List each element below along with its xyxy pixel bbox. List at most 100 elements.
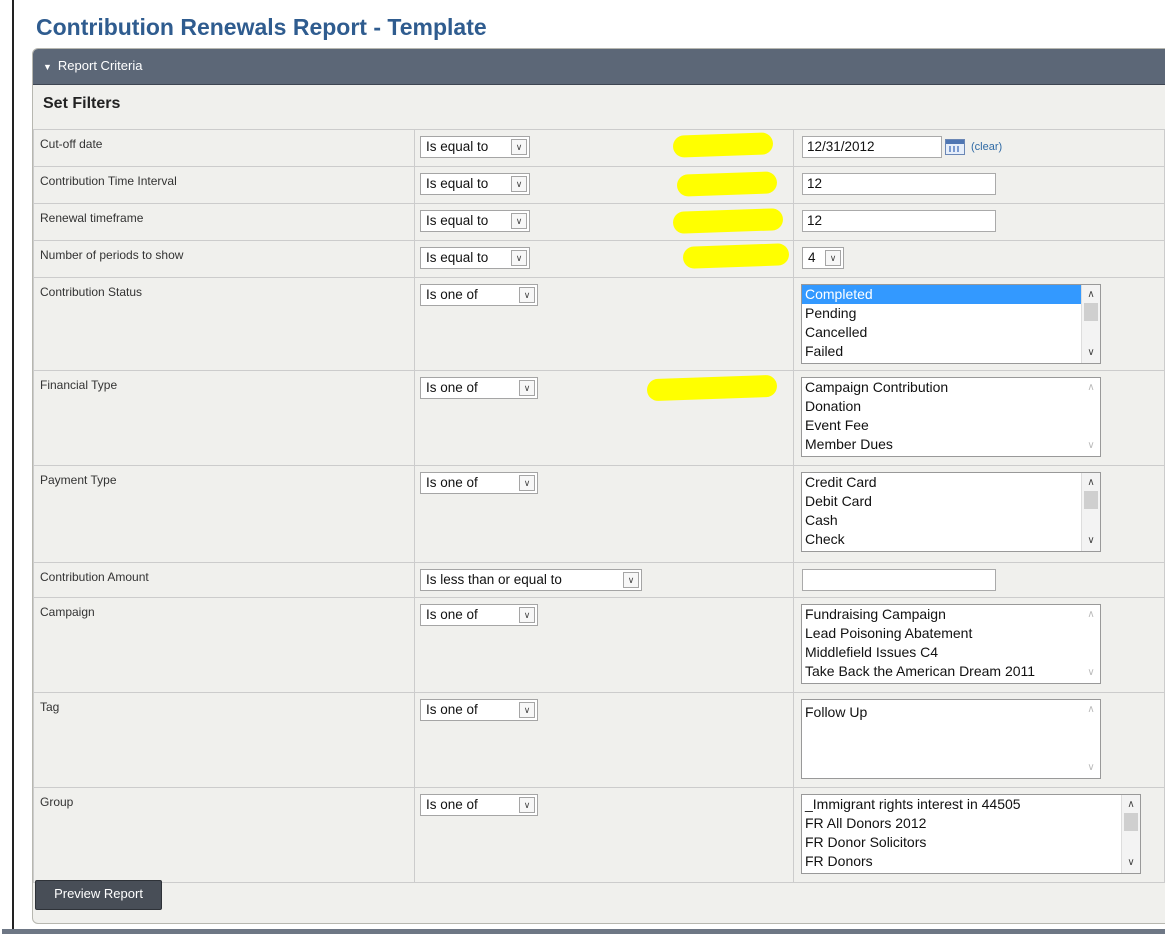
scroll-up-icon[interactable]: ∧ — [1082, 607, 1100, 623]
list-option[interactable]: FR Donors — [802, 852, 1140, 871]
report-criteria-header[interactable]: ▼ Report Criteria — [33, 49, 1165, 85]
filter-row-payment-type: Payment Type Is one of ∨ Credit Card Deb… — [33, 465, 1165, 563]
operator-select[interactable]: Is equal to ∨ — [420, 210, 530, 232]
financial-type-list[interactable]: Campaign Contribution Donation Event Fee… — [801, 377, 1101, 457]
operator-select[interactable]: Is one of ∨ — [420, 377, 538, 399]
list-option[interactable]: Cash — [802, 511, 1100, 530]
scroll-up-icon[interactable]: ∧ — [1082, 287, 1100, 303]
operator-select[interactable]: Is equal to ∨ — [420, 247, 530, 269]
filter-label: Contribution Amount — [33, 562, 415, 598]
scroll-down-icon[interactable]: ∨ — [1082, 345, 1100, 361]
preview-report-button[interactable]: Preview Report — [35, 880, 162, 910]
list-option[interactable]: Follow Up — [802, 703, 1100, 722]
operator-select[interactable]: Is one of ∨ — [420, 794, 538, 816]
list-option[interactable]: FR Donor Solicitors — [802, 833, 1140, 852]
operator-select[interactable]: Is equal to ∨ — [420, 173, 530, 195]
cutoff-date-input[interactable]: 12/31/2012 — [802, 136, 942, 158]
operator-value: Is one of — [426, 797, 478, 812]
highlight-mark — [646, 374, 778, 402]
time-interval-input[interactable]: 12 — [802, 173, 996, 195]
list-option[interactable]: Event Fee — [802, 416, 1100, 435]
scroll-thumb[interactable] — [1124, 813, 1138, 831]
list-option[interactable]: FR All Donors 2012 — [802, 814, 1140, 833]
chevron-down-icon[interactable]: ∨ — [519, 797, 535, 813]
filter-row-tag: Tag Is one of ∨ Follow Up ∧ ∨ — [33, 692, 1165, 788]
chevron-down-icon[interactable]: ∨ — [519, 380, 535, 396]
list-option[interactable]: Failed — [802, 342, 1100, 361]
list-option[interactable]: Completed — [802, 285, 1100, 304]
operator-select[interactable]: Is equal to ∨ — [420, 136, 530, 158]
list-option[interactable]: _Immigrant rights interest in 44505 — [802, 795, 1140, 814]
chevron-down-icon[interactable]: ∨ — [511, 213, 527, 229]
chevron-down-icon[interactable]: ∨ — [511, 176, 527, 192]
campaign-list[interactable]: Fundraising Campaign Lead Poisoning Abat… — [801, 604, 1101, 684]
list-option[interactable]: Lead Poisoning Abatement — [802, 624, 1100, 643]
group-list[interactable]: _Immigrant rights interest in 44505 FR A… — [801, 794, 1141, 874]
operator-value: Is one of — [426, 475, 478, 490]
calendar-icon[interactable] — [945, 139, 965, 155]
operator-value: Is equal to — [426, 176, 489, 191]
chevron-down-icon[interactable]: ∨ — [511, 139, 527, 155]
list-option[interactable]: Take Back the American Dream 2011 — [802, 662, 1100, 681]
scroll-down-icon[interactable]: ∨ — [1122, 855, 1140, 871]
scroll-down-icon[interactable]: ∨ — [1082, 533, 1100, 549]
filter-row-group: Group Is one of ∨ _Immigrant rights inte… — [33, 787, 1165, 883]
next-section-header[interactable] — [2, 929, 1165, 934]
scroll-up-icon[interactable]: ∧ — [1082, 702, 1100, 718]
scrollbar[interactable]: ∧ ∨ — [1082, 378, 1100, 456]
scroll-up-icon[interactable]: ∧ — [1082, 380, 1100, 396]
scroll-down-icon[interactable]: ∨ — [1082, 665, 1100, 681]
chevron-down-icon[interactable]: ∨ — [519, 475, 535, 491]
collapse-arrow-icon[interactable]: ▼ — [43, 51, 52, 84]
clear-date-link[interactable]: (clear) — [971, 141, 1002, 153]
scroll-thumb[interactable] — [1084, 491, 1098, 509]
tag-list[interactable]: Follow Up ∧ ∨ — [801, 699, 1101, 779]
list-option[interactable]: Check — [802, 530, 1100, 549]
list-option[interactable]: Debit Card — [802, 492, 1100, 511]
operator-select[interactable]: Is one of ∨ — [420, 472, 538, 494]
filter-row-time-interval: Contribution Time Interval Is equal to ∨… — [33, 166, 1165, 204]
chevron-down-icon[interactable]: ∨ — [519, 702, 535, 718]
operator-select[interactable]: Is one of ∨ — [420, 699, 538, 721]
scroll-up-icon[interactable]: ∧ — [1122, 797, 1140, 813]
periods-select[interactable]: 4 ∨ — [802, 247, 844, 269]
list-option[interactable]: Credit Card — [802, 473, 1100, 492]
scroll-thumb[interactable] — [1084, 303, 1098, 321]
payment-type-list[interactable]: Credit Card Debit Card Cash Check ∧ ∨ — [801, 472, 1101, 552]
list-option[interactable]: Middlefield Issues C4 — [802, 643, 1100, 662]
list-option[interactable]: Campaign Contribution — [802, 378, 1100, 397]
contribution-status-list[interactable]: Completed Pending Cancelled Failed ∧ ∨ — [801, 284, 1101, 364]
report-criteria-label: Report Criteria — [57, 58, 143, 73]
filter-row-campaign: Campaign Is one of ∨ Fundraising Campaig… — [33, 597, 1165, 693]
filter-label: Tag — [33, 692, 415, 788]
scrollbar[interactable]: ∧ ∨ — [1082, 700, 1100, 778]
operator-select[interactable]: Is one of ∨ — [420, 284, 538, 306]
chevron-down-icon[interactable]: ∨ — [623, 572, 639, 588]
highlight-mark — [682, 243, 790, 269]
scroll-down-icon[interactable]: ∨ — [1082, 760, 1100, 776]
list-option[interactable]: Cancelled — [802, 323, 1100, 342]
operator-value: Is one of — [426, 607, 478, 622]
operator-select[interactable]: Is one of ∨ — [420, 604, 538, 626]
scrollbar[interactable]: ∧ ∨ — [1082, 605, 1100, 683]
scrollbar[interactable]: ∧ ∨ — [1121, 795, 1140, 873]
list-option[interactable]: Pending — [802, 304, 1100, 323]
operator-value: Is one of — [426, 287, 478, 302]
chevron-down-icon[interactable]: ∨ — [519, 607, 535, 623]
chevron-down-icon[interactable]: ∨ — [519, 287, 535, 303]
list-option[interactable]: Member Dues — [802, 435, 1100, 454]
list-option[interactable]: Fundraising Campaign — [802, 605, 1100, 624]
renewal-timeframe-input[interactable]: 12 — [802, 210, 996, 232]
operator-value: Is equal to — [426, 250, 489, 265]
scrollbar[interactable]: ∧ ∨ — [1081, 473, 1100, 551]
scroll-down-icon[interactable]: ∨ — [1082, 438, 1100, 454]
highlight-mark — [672, 132, 774, 158]
list-option[interactable]: Donation — [802, 397, 1100, 416]
chevron-down-icon[interactable]: ∨ — [511, 250, 527, 266]
chevron-down-icon[interactable]: ∨ — [825, 250, 841, 266]
scroll-up-icon[interactable]: ∧ — [1082, 475, 1100, 491]
operator-value: Is one of — [426, 702, 478, 717]
contribution-amount-input[interactable] — [802, 569, 996, 591]
scrollbar[interactable]: ∧ ∨ — [1081, 285, 1100, 363]
operator-select[interactable]: Is less than or equal to ∨ — [420, 569, 642, 591]
